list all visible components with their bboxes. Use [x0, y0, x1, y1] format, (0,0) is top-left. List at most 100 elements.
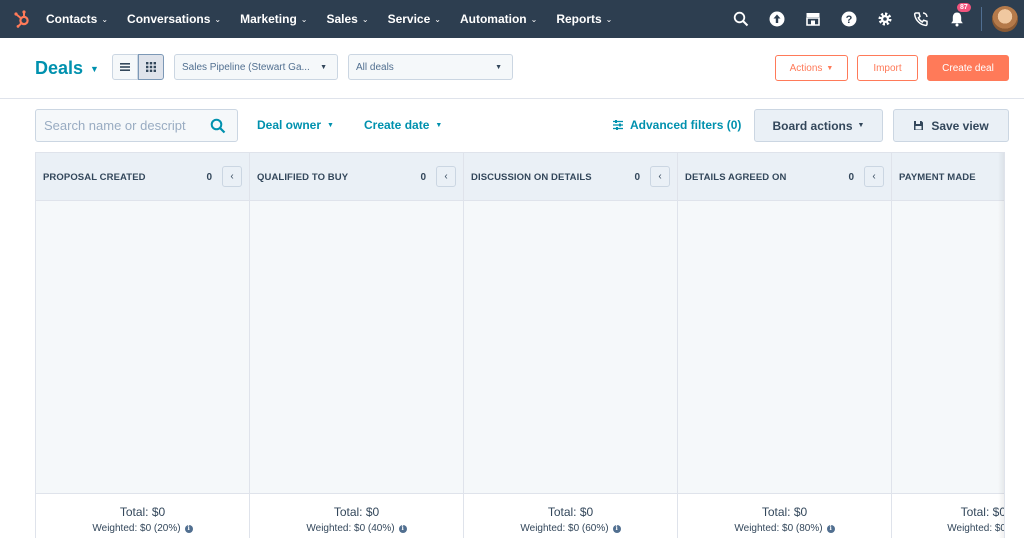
column-weighted-text: Weighted: $0 (40%) [306, 523, 395, 534]
nav-contacts[interactable]: Contacts ⌄ [46, 12, 108, 26]
pipeline-select-value: Sales Pipeline (Stewart Ga... [182, 61, 310, 73]
actions-button[interactable]: Actions ▼ [775, 55, 848, 81]
column-weighted-text: Weighted: $0 (80%) [734, 523, 823, 534]
info-icon[interactable]: i [398, 524, 407, 533]
nav-label: Service [387, 12, 431, 26]
column-drop-area[interactable] [892, 201, 1004, 493]
import-button-label: Import [873, 62, 902, 74]
create-deal-button[interactable]: Create deal [927, 55, 1009, 81]
search-box [35, 109, 238, 142]
column-total: Total: $0 [333, 505, 380, 519]
info-icon[interactable]: i [612, 524, 621, 533]
column-weighted: Weighted: $0 (60%) i [464, 523, 677, 534]
filter-sliders-icon [613, 120, 623, 130]
chevron-left-icon: ‹ [872, 171, 876, 182]
notifications-icon[interactable]: 87 [948, 2, 972, 28]
column-name: QUALIFIED TO BUY [257, 172, 349, 183]
board-actions-label: Board actions [772, 118, 853, 133]
column-header: QUALIFIED TO BUY 0 ‹ [250, 153, 463, 201]
deal-owner-filter-label: Deal owner [257, 118, 322, 132]
chevron-down-icon: ⌄ [530, 14, 538, 24]
svg-text:?: ? [846, 14, 853, 26]
search-input[interactable] [44, 118, 204, 133]
nav-automation[interactable]: Automation ⌄ [460, 12, 537, 26]
list-view-button[interactable] [112, 54, 138, 80]
board-view-button[interactable] [138, 54, 164, 80]
column-total: Total: $0 [547, 505, 594, 519]
column-name: PAYMENT MADE [899, 172, 976, 183]
nav-utility-icons: ? 87 [723, 0, 1024, 38]
hubspot-logo-icon[interactable] [12, 9, 32, 29]
board-actions-button[interactable]: Board actions ▼ [754, 109, 883, 142]
nav-divider [981, 7, 982, 31]
help-icon[interactable]: ? [840, 10, 858, 28]
column-total: Total: $0 [761, 505, 808, 519]
top-navigation-bar: Contacts ⌄ Conversations ⌄ Marketing ⌄ Sale… [0, 0, 1024, 38]
deal-owner-filter[interactable]: Deal owner ▼ [257, 118, 334, 132]
caret-down-icon: ▼ [495, 64, 502, 71]
column-count: 0 [634, 172, 640, 183]
chevron-down-icon: ⌄ [605, 14, 613, 24]
create-deal-button-label: Create deal [942, 62, 994, 74]
column-name: PROPOSAL CREATED [43, 172, 146, 183]
column-drop-area[interactable] [464, 201, 677, 493]
column-name: DETAILS AGREED ON [685, 172, 787, 183]
column-count: 0 [848, 172, 854, 183]
nav-conversations[interactable]: Conversations ⌄ [127, 12, 221, 26]
column-drop-area[interactable] [36, 201, 249, 493]
nav-sales[interactable]: Sales ⌄ [327, 12, 369, 26]
nav-label: Automation [459, 12, 527, 26]
column-weighted-text: Weighted: $0 [947, 523, 1005, 534]
marketplace-icon[interactable] [804, 10, 822, 28]
avatar[interactable] [992, 6, 1018, 32]
nav-marketing[interactable]: Marketing ⌄ [240, 12, 307, 26]
settings-icon[interactable] [876, 10, 894, 28]
collapse-column-button[interactable]: ‹ [436, 166, 456, 187]
column-count: 0 [420, 172, 426, 183]
board-column-qualified-to-buy: QUALIFIED TO BUY 0 ‹ Total: $0 Weighted:… [250, 153, 464, 538]
column-header: DETAILS AGREED ON 0 ‹ [678, 153, 891, 201]
chevron-down-icon: ⌄ [361, 14, 369, 24]
search-icon[interactable] [732, 10, 750, 28]
column-footer: Total: $0 Weighted: $0 (60%) i [464, 493, 677, 538]
pipeline-select[interactable]: Sales Pipeline (Stewart Ga... ▼ [174, 54, 338, 80]
chevron-down-icon: ⌄ [434, 14, 441, 24]
create-date-filter[interactable]: Create date ▼ [364, 118, 442, 132]
column-footer: Total: $0 Weighted: $0 (40%) i [250, 493, 463, 538]
save-view-label: Save view [931, 118, 989, 133]
save-view-button[interactable]: Save view [893, 109, 1009, 142]
chevron-left-icon: ‹ [658, 171, 662, 182]
column-weighted-text: Weighted: $0 (20%) [92, 523, 181, 534]
column-name: DISCUSSION ON DETAILS [471, 172, 592, 183]
search-icon[interactable] [210, 118, 226, 134]
column-weighted: Weighted: $0 (80%) i [678, 523, 891, 534]
column-header: DISCUSSION ON DETAILS 0 ‹ [464, 153, 677, 201]
chevron-down-icon: ⌄ [300, 14, 308, 24]
page-title[interactable]: Deals ▼ [35, 58, 99, 79]
info-icon[interactable]: i [826, 524, 835, 533]
collapse-column-button[interactable]: ‹ [650, 166, 670, 187]
deals-view-select[interactable]: All deals ▼ [348, 54, 513, 80]
column-drop-area[interactable] [250, 201, 463, 493]
upgrade-icon[interactable] [768, 10, 786, 28]
deals-view-select-value: All deals [356, 61, 394, 73]
board-scroll-shadow [998, 153, 1004, 538]
collapse-column-button[interactable]: ‹ [864, 166, 884, 187]
info-icon[interactable]: i [184, 524, 193, 533]
calling-icon[interactable] [912, 10, 930, 28]
column-total: Total: $0 [119, 505, 166, 519]
advanced-filters-label: Advanced filters (0) [630, 118, 742, 132]
nav-reports[interactable]: Reports ⌄ [556, 12, 612, 26]
board-column-discussion-on-details: DISCUSSION ON DETAILS 0 ‹ Total: $0 Weig… [464, 153, 678, 538]
column-drop-area[interactable] [678, 201, 891, 493]
column-footer: Total: $0 Weighted: $0 [892, 493, 1005, 538]
board-column-payment-made: PAYMENT MADE Total: $0 Weighted: $0 [892, 153, 1005, 538]
advanced-filters-button[interactable]: Advanced filters (0) [612, 118, 741, 132]
column-weighted: Weighted: $0 (40%) i [250, 523, 463, 534]
column-header: PROPOSAL CREATED 0 ‹ [36, 153, 249, 201]
nav-service[interactable]: Service ⌄ [388, 12, 441, 26]
collapse-column-button[interactable]: ‹ [222, 166, 242, 187]
notification-count-badge: 87 [956, 2, 972, 13]
column-total: Total: $0 [960, 505, 1005, 519]
import-button[interactable]: Import [857, 55, 918, 81]
